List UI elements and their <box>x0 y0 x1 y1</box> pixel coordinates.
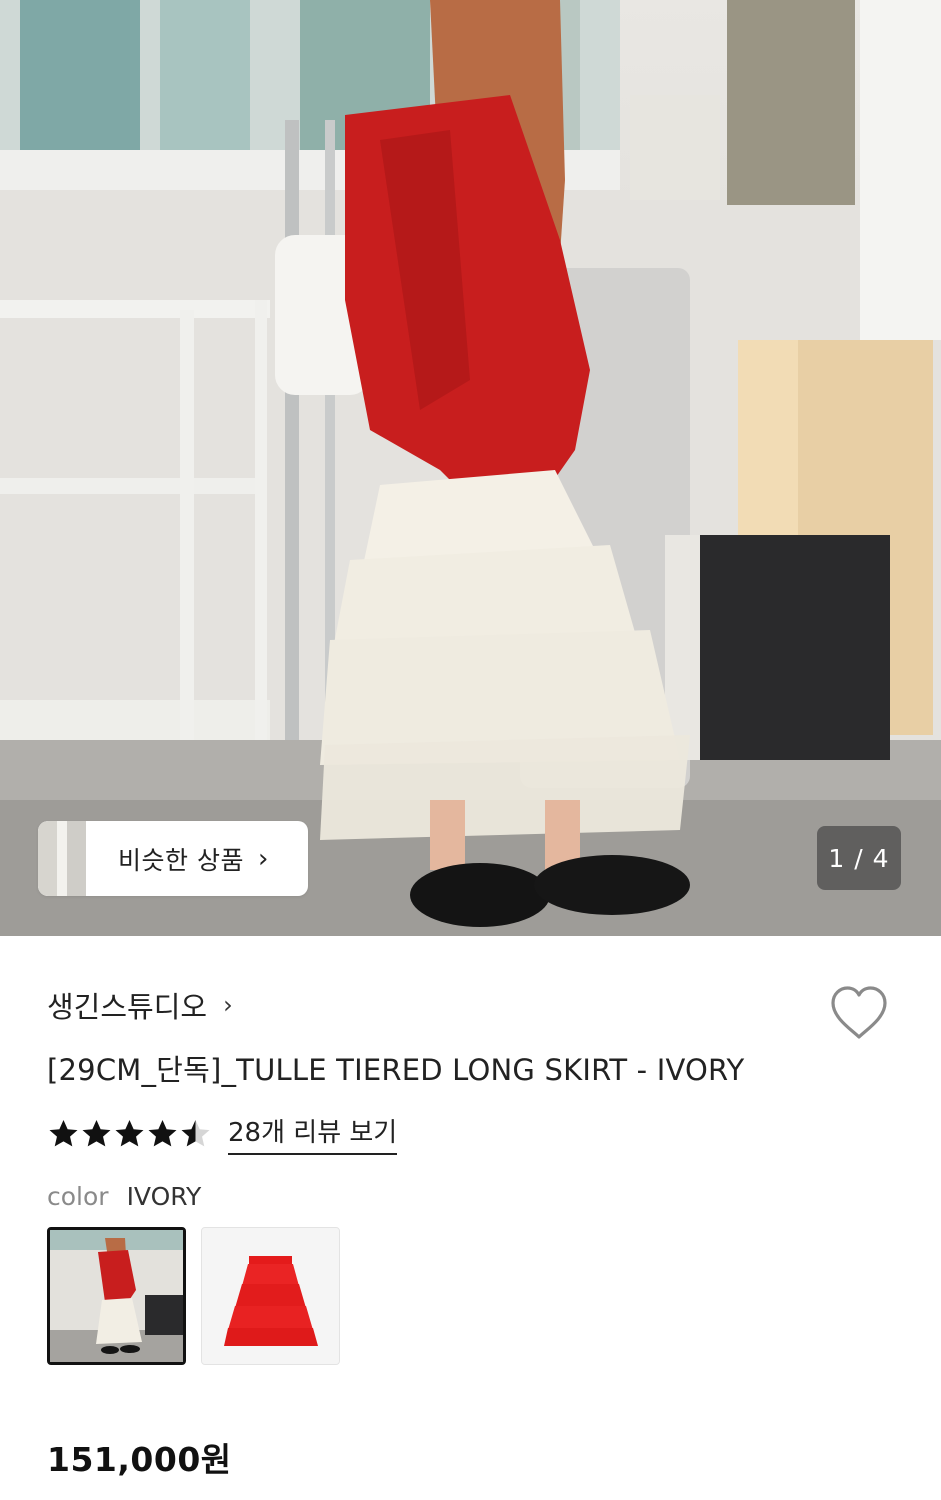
similar-products-thumbnail <box>38 821 86 896</box>
color-value: IVORY <box>126 1182 202 1211</box>
half-star-icon <box>181 1119 210 1146</box>
star-icon <box>148 1119 177 1146</box>
product-photo <box>0 0 941 936</box>
star-icon <box>49 1119 78 1146</box>
star-icon <box>115 1119 144 1146</box>
rating-row: 28개 리뷰 보기 <box>47 1112 398 1155</box>
chevron-right-icon: › <box>223 991 233 1019</box>
image-counter: 1 / 4 <box>817 826 901 890</box>
red-skirt-photo-icon <box>202 1228 339 1364</box>
product-image-gallery[interactable]: 비슷한 상품 › 1 / 4 <box>0 0 941 936</box>
star-rating <box>47 1118 212 1150</box>
brand-name: 생긴스튜디오 <box>47 990 208 1024</box>
chevron-right-icon: › <box>257 843 269 874</box>
brand-link[interactable]: 생긴스튜디오 › <box>47 984 233 1026</box>
color-swatch-ivory[interactable] <box>47 1227 186 1365</box>
similar-products-label: 비슷한 상품 <box>118 845 244 875</box>
color-label: color <box>47 1182 109 1211</box>
color-swatch-red[interactable] <box>201 1227 340 1365</box>
similar-products-button[interactable]: 비슷한 상품 › <box>38 821 308 896</box>
star-icon <box>82 1119 111 1146</box>
review-link[interactable]: 28개 리뷰 보기 <box>228 1112 398 1155</box>
ivory-skirt-photo-icon <box>50 1230 183 1362</box>
product-title: [29CM_단독]_TULLE TIERED LONG SKIRT - IVOR… <box>47 1053 745 1087</box>
product-price: 151,000원 <box>47 1440 232 1479</box>
color-row: color IVORY <box>47 1182 201 1211</box>
heart-icon[interactable] <box>828 984 890 1042</box>
